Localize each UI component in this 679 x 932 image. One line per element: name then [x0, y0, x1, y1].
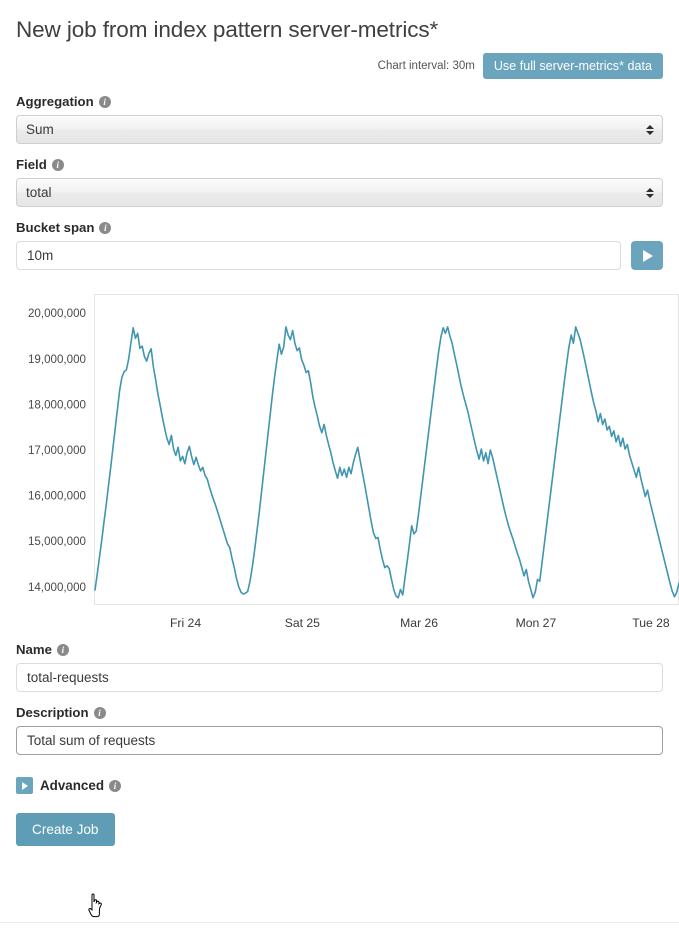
aggregation-label-text: Aggregation [16, 94, 94, 110]
chart-interval-row: Chart interval: 30m Use full server-metr… [16, 51, 663, 81]
y-axis-tick-label: 19,000,000 [28, 353, 86, 366]
x-axis-ticks: Fri 24 Sat 25 Mar 26 Mon 27 Tue 28 [170, 616, 670, 629]
y-axis-tick-label: 14,000,000 [28, 581, 86, 594]
job-description-input[interactable] [16, 726, 663, 755]
page-title: New job from index pattern server-metric… [16, 0, 663, 45]
chart-interval-text: Chart interval: 30m [378, 60, 475, 72]
info-icon[interactable]: i [99, 96, 111, 108]
new-job-page: New job from index pattern server-metric… [0, 0, 679, 932]
y-axis-ticks: 14,000,000 15,000,000 16,000,000 17,000,000… [28, 307, 86, 594]
aggregation-select[interactable]: Sum [16, 115, 663, 144]
chevron-updown-icon [646, 188, 654, 198]
create-job-button[interactable]: Create Job [16, 813, 115, 846]
x-axis-tick-label: Mar 26 [400, 616, 438, 629]
name-label: Name i [16, 642, 663, 658]
y-axis-tick-label: 18,000,000 [28, 398, 86, 411]
info-icon[interactable]: i [94, 707, 106, 719]
play-icon [643, 250, 653, 262]
bucket-span-label-text: Bucket span [16, 220, 94, 236]
y-axis-tick-label: 17,000,000 [28, 444, 86, 457]
x-axis-tick-label: Tue 28 [632, 616, 670, 629]
use-full-data-button[interactable]: Use full server-metrics* data [483, 53, 663, 80]
metric-chart: 14,000,000 15,000,000 16,000,000 17,000,000… [16, 294, 679, 629]
plot-area [95, 295, 679, 605]
info-icon[interactable]: i [57, 644, 69, 656]
chevron-right-icon[interactable] [16, 777, 33, 794]
y-axis-tick-label: 20,000,000 [28, 307, 86, 320]
mouse-cursor [86, 893, 108, 919]
bucket-span-row [16, 241, 663, 270]
x-axis-tick-label: Fri 24 [170, 616, 201, 629]
x-axis-tick-label: Sat 25 [285, 616, 320, 629]
aggregation-label: Aggregation i [16, 94, 663, 110]
info-icon[interactable]: i [99, 222, 111, 234]
field-select[interactable]: total [16, 178, 663, 207]
footer-divider [0, 922, 679, 923]
description-label: Description i [16, 705, 663, 721]
x-axis-tick-label: Mon 27 [516, 616, 557, 629]
field-select-value: total [26, 179, 52, 206]
advanced-label-text: Advanced [40, 778, 104, 793]
run-estimate-button[interactable] [631, 241, 663, 270]
job-name-input[interactable] [16, 663, 663, 692]
description-label-text: Description [16, 705, 89, 721]
y-axis-tick-label: 15,000,000 [28, 535, 86, 548]
chart-svg: 14,000,000 15,000,000 16,000,000 17,000,000… [16, 294, 679, 629]
name-label-text: Name [16, 642, 52, 658]
bucket-span-input[interactable] [16, 241, 621, 270]
info-icon[interactable]: i [109, 780, 121, 792]
bucket-span-label: Bucket span i [16, 220, 663, 236]
field-label: Field i [16, 157, 663, 173]
advanced-section-toggle[interactable]: Advanced i [16, 777, 663, 794]
field-label-text: Field [16, 157, 47, 173]
aggregation-select-value: Sum [26, 116, 54, 143]
chevron-updown-icon [646, 125, 654, 135]
y-axis-tick-label: 16,000,000 [28, 490, 86, 503]
info-icon[interactable]: i [52, 159, 64, 171]
advanced-label: Advanced i [40, 778, 121, 793]
